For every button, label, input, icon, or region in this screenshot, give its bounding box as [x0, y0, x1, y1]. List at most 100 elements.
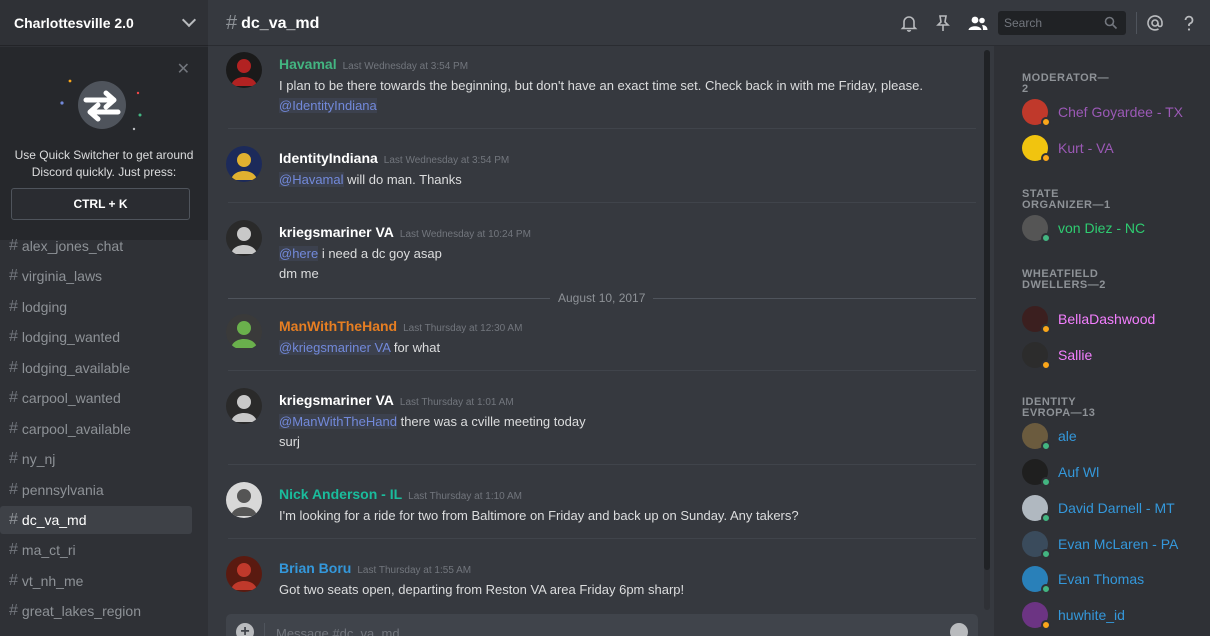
message-author[interactable]: IdentityIndiana Last Wednesday at 3:54 PM: [279, 150, 509, 166]
chevron-down-icon[interactable]: [181, 12, 197, 28]
upload-plus-icon[interactable]: +: [236, 623, 254, 636]
pin-icon[interactable]: [934, 14, 952, 32]
author-name[interactable]: Havamal: [279, 56, 337, 72]
message: ManWithTheHand Last Thursday at 12:30 AM @…: [208, 312, 978, 382]
member-group-title: WHEATFIELD DWELLERS—2: [1022, 268, 1106, 291]
author-name[interactable]: kriegsmariner VA: [279, 224, 394, 240]
status-indicator: [1041, 233, 1051, 243]
search-placeholder: Search: [1004, 16, 1043, 30]
avatar[interactable]: [226, 220, 262, 256]
message-author[interactable]: kriegsmariner VA Last Wednesday at 10:24 …: [279, 224, 531, 240]
member-item[interactable]: Sallie: [1022, 341, 1092, 370]
author-name[interactable]: kriegsmariner VA: [279, 392, 394, 408]
message-author[interactable]: ManWithTheHand Last Thursday at 12:30 AM: [279, 318, 522, 334]
channel-item[interactable]: # ny_nj: [0, 445, 192, 473]
author-name[interactable]: Brian Boru: [279, 560, 351, 576]
avatar[interactable]: [226, 146, 262, 182]
mention[interactable]: @here: [279, 246, 319, 261]
composer-placeholder: Message #dc_va_md: [276, 626, 400, 636]
quick-switcher-illustration: [60, 79, 142, 131]
message-text: @Havamal will do man. Thanks: [279, 172, 462, 187]
author-name[interactable]: ManWithTheHand: [279, 318, 397, 334]
channel-item[interactable]: # lodging: [0, 293, 192, 321]
message-author[interactable]: Brian Boru Last Thursday at 1:55 AM: [279, 560, 471, 576]
search-input[interactable]: Search: [998, 11, 1126, 35]
message: Brian Boru Last Thursday at 1:55 AM Got tw…: [208, 554, 978, 606]
scrollbar-thumb[interactable]: [984, 50, 990, 570]
message-list: August 10, 2017 Havamal Last Wednesday at…: [208, 46, 994, 606]
mention[interactable]: @Havamal: [279, 172, 344, 187]
guild-name: Charlottesville 2.0: [14, 14, 134, 31]
channel-header: # dc_va_md Search: [208, 0, 1210, 46]
member-item[interactable]: Chef Goyardee - TX: [1022, 98, 1184, 127]
emoji-icon[interactable]: [950, 623, 968, 636]
close-icon[interactable]: ✕: [177, 59, 190, 79]
avatar[interactable]: [226, 388, 262, 424]
message-author[interactable]: Nick Anderson - IL Last Thursday at 1:10 …: [279, 486, 522, 502]
channel-item[interactable]: # alex_jones_chat: [0, 232, 192, 260]
avatar[interactable]: [226, 314, 262, 350]
channel-item[interactable]: # carpool_wanted: [0, 384, 192, 412]
member-name: Kurt - VA: [1058, 140, 1114, 156]
channel-item[interactable]: # vt_nh_me: [0, 567, 192, 595]
author-name[interactable]: IdentityIndiana: [279, 150, 378, 166]
avatar[interactable]: [226, 556, 262, 592]
channel-item[interactable]: # pennsylvania: [0, 476, 192, 504]
message-content: surj: [279, 434, 300, 449]
message: Nick Anderson - IL Last Thursday at 1:10 …: [208, 480, 978, 550]
channel-item[interactable]: # lodging_available: [0, 354, 192, 382]
mention[interactable]: @ManWithTheHand: [279, 414, 397, 429]
help-icon[interactable]: [1180, 14, 1198, 32]
channel-label: pennsylvania: [21, 481, 104, 498]
member-item[interactable]: Auf Wl: [1022, 458, 1100, 487]
member-item[interactable]: David Darnell - MT: [1022, 494, 1175, 523]
hash-icon: #: [9, 450, 18, 468]
avatar[interactable]: [226, 482, 262, 518]
hash-icon: #: [9, 480, 18, 498]
channel-label: alex_jones_chat: [21, 238, 124, 254]
member-item[interactable]: Evan McLaren - PA: [1022, 530, 1178, 559]
channel-item[interactable]: # dc_va_md: [0, 505, 192, 534]
quick-switcher-text: Use Quick Switcher to get around Discord…: [14, 148, 194, 179]
member-item[interactable]: Evan Thomas: [1022, 565, 1144, 594]
channel-label: ny_nj: [21, 451, 56, 468]
member-item[interactable]: Kurt - VA: [1022, 134, 1114, 163]
avatar: [1022, 215, 1051, 243]
channel-label: virginia_laws: [21, 268, 103, 285]
status-indicator: [1041, 153, 1051, 163]
message: Havamal Last Wednesday at 3:54 PM I plan t…: [208, 50, 978, 120]
mention-icon[interactable]: [1146, 14, 1164, 32]
member-item[interactable]: BellaDashwood: [1022, 305, 1156, 334]
hash-icon: #: [9, 328, 18, 346]
channel-item[interactable]: # great_lakes_region: [0, 597, 192, 625]
guild-header[interactable]: Charlottesville 2.0: [0, 0, 208, 46]
member-list: MODERATOR—2 Chef Goyardee - TX Kurt - VA ST…: [994, 46, 1210, 636]
date-divider-label: August 10, 2017: [550, 291, 654, 305]
message-author[interactable]: Havamal Last Wednesday at 3:54 PM: [279, 56, 468, 72]
message-timestamp: Last Thursday at 1:55 AM: [357, 565, 472, 576]
member-name: Chef Goyardee - TX: [1058, 104, 1184, 120]
members-icon[interactable]: [968, 14, 988, 32]
message-author[interactable]: kriegsmariner VA Last Thursday at 1:01 AM: [279, 392, 514, 408]
member-name: Auf Wl: [1058, 464, 1100, 480]
mention[interactable]: @kriegsmariner VA: [279, 340, 391, 355]
channel-item[interactable]: # lodging_wanted: [0, 323, 192, 351]
mention[interactable]: @IdentityIndiana: [279, 98, 377, 113]
member-item[interactable]: ale: [1022, 422, 1077, 451]
avatar[interactable]: [226, 52, 262, 88]
member-name: David Darnell - MT: [1058, 500, 1175, 516]
message-content: I plan to be there towards the beginning…: [279, 78, 923, 93]
channel-label: lodging_wanted: [21, 329, 120, 346]
hash-icon: #: [9, 571, 18, 589]
channel-item[interactable]: # ma_ct_ri: [0, 536, 192, 564]
channel-item[interactable]: # virginia_laws: [0, 262, 192, 290]
message-text: @kriegsmariner VA for what: [279, 340, 440, 355]
bell-icon[interactable]: [900, 14, 918, 32]
author-name[interactable]: Nick Anderson - IL: [279, 486, 402, 502]
message: kriegsmariner VA Last Thursday at 1:01 AM…: [208, 386, 978, 456]
message-composer[interactable]: + Message #dc_va_md: [226, 614, 978, 636]
channel-item[interactable]: # carpool_available: [0, 415, 192, 443]
member-item[interactable]: von Diez - NC: [1022, 214, 1145, 243]
member-item[interactable]: huwhite_id: [1022, 601, 1125, 630]
member-name: BellaDashwood: [1058, 311, 1156, 327]
